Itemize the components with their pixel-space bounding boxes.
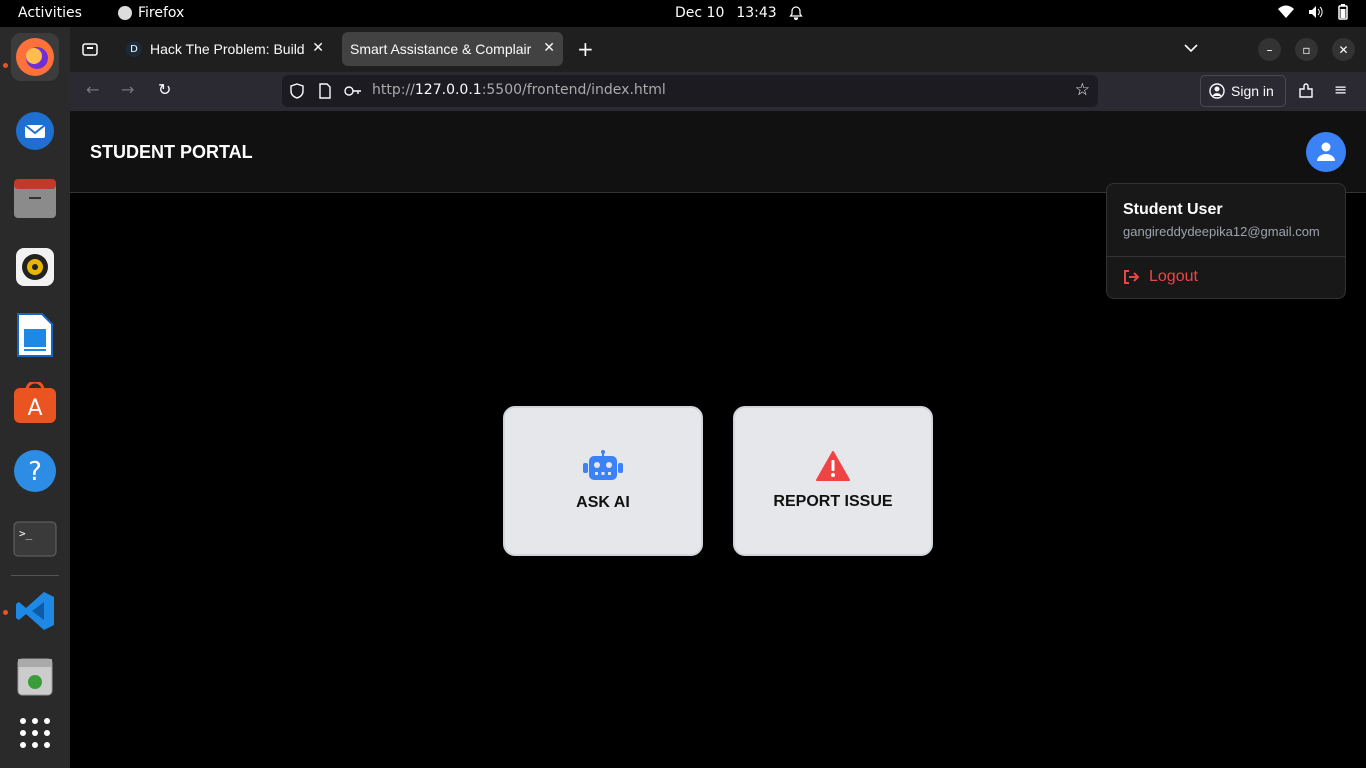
account-icon	[1209, 83, 1225, 99]
logout-label: Logout	[1149, 268, 1198, 285]
activities-button[interactable]: Activities	[18, 5, 82, 21]
dock-writer[interactable]	[11, 311, 59, 359]
logout-button[interactable]: Logout	[1123, 268, 1198, 286]
ask-ai-label: ASK AI	[576, 494, 630, 511]
page-icon[interactable]	[319, 83, 331, 99]
url-text[interactable]: http://127.0.0.1:5500/frontend/index.htm…	[372, 82, 666, 98]
dock-terminal[interactable]: >_	[11, 515, 59, 563]
user-icon	[1317, 142, 1335, 161]
close-tab-icon[interactable]: ✕	[312, 40, 324, 56]
running-indicator	[3, 610, 8, 615]
tab-smart-assistance[interactable]: Smart Assistance & Complair ✕	[342, 32, 563, 66]
app-center-icon: A	[14, 382, 56, 423]
ask-ai-card[interactable]: ASK AI	[503, 406, 703, 556]
close-window-button[interactable]: ✕	[1332, 38, 1355, 61]
system-top-bar: Activities Firefox Dec 10 13:43	[0, 0, 1366, 27]
dock-rhythmbox[interactable]	[11, 243, 59, 291]
libreoffice-writer-icon	[17, 313, 53, 357]
extensions-icon[interactable]	[1298, 83, 1314, 99]
dock: A ? >_	[0, 27, 70, 768]
clock[interactable]: Dec 10 13:43	[675, 5, 803, 21]
app-grid-icon	[20, 718, 50, 748]
dock-files[interactable]	[11, 175, 59, 223]
user-email: gangireddydeepika12@gmail.com	[1123, 224, 1320, 239]
time: 13:43	[736, 5, 777, 21]
sign-in-label: Sign in	[1231, 83, 1274, 99]
rhythmbox-icon	[16, 248, 54, 286]
dock-separator	[11, 575, 59, 576]
tab-favicon: D	[126, 41, 142, 57]
forward-icon[interactable]: →	[121, 80, 134, 99]
firefox-small-icon	[118, 6, 132, 20]
browser-window: D Hack The Problem: Build ✕ Smart Assist…	[70, 27, 1366, 768]
svg-text:>_: >_	[19, 527, 33, 540]
system-tray[interactable]	[1278, 4, 1348, 20]
dock-app-center[interactable]: A	[11, 379, 59, 427]
thunderbird-icon	[16, 112, 54, 150]
svg-text:?: ?	[28, 457, 42, 487]
help-icon: ?	[14, 450, 56, 492]
user-avatar-button[interactable]	[1306, 132, 1346, 172]
firefox-icon	[16, 38, 54, 76]
menu-icon[interactable]: ≡	[1334, 80, 1347, 99]
user-name: Student User	[1123, 201, 1223, 218]
dock-vscode[interactable]	[11, 587, 59, 635]
minimize-button[interactable]: –	[1258, 38, 1281, 61]
running-indicator	[3, 63, 8, 68]
report-issue-label: REPORT ISSUE	[773, 493, 893, 510]
vscode-icon	[16, 592, 54, 630]
dock-help[interactable]: ?	[11, 447, 59, 495]
logout-icon	[1124, 270, 1139, 284]
url-bar[interactable]: http://127.0.0.1:5500/frontend/index.htm…	[282, 75, 1098, 107]
trash-icon	[17, 658, 53, 696]
warning-icon	[816, 451, 850, 481]
report-issue-card[interactable]: REPORT ISSUE	[733, 406, 933, 556]
sign-in-button[interactable]: Sign in	[1200, 75, 1286, 107]
tab-bar: D Hack The Problem: Build ✕ Smart Assist…	[70, 27, 1366, 72]
robot-icon	[583, 450, 623, 480]
files-icon	[14, 179, 56, 218]
volume-icon	[1309, 6, 1323, 18]
tab-label: Smart Assistance & Complair	[350, 41, 532, 57]
shield-icon[interactable]	[290, 83, 304, 99]
menu-divider	[1107, 256, 1345, 257]
dock-firefox[interactable]	[11, 33, 59, 81]
page-header: STUDENT PORTAL	[70, 111, 1366, 193]
back-icon[interactable]: ←	[86, 80, 99, 99]
app-name: Firefox	[138, 5, 185, 21]
dock-trash[interactable]	[11, 653, 59, 701]
web-page: STUDENT PORTAL Student User gangireddyde…	[70, 111, 1366, 768]
tab-overview-icon[interactable]	[82, 41, 98, 57]
tab-label: Hack The Problem: Build	[150, 41, 305, 57]
list-all-tabs-icon[interactable]	[1184, 43, 1198, 53]
terminal-icon: >_	[13, 521, 57, 557]
battery-icon	[1338, 4, 1348, 20]
navigation-toolbar: ← → ↻ http://127.0.0.1:5500/frontend/ind…	[70, 72, 1366, 111]
close-tab-icon[interactable]: ✕	[543, 40, 555, 56]
date: Dec 10	[675, 5, 725, 21]
wifi-icon	[1278, 5, 1294, 18]
maximize-button[interactable]: ▫	[1295, 38, 1318, 61]
svg-text:A: A	[27, 396, 42, 421]
page-title: STUDENT PORTAL	[90, 142, 253, 162]
app-menu[interactable]: Firefox	[118, 5, 184, 21]
bookmark-star-icon[interactable]: ☆	[1075, 80, 1090, 100]
bell-icon	[789, 6, 803, 20]
key-icon[interactable]	[344, 85, 362, 97]
reload-icon[interactable]: ↻	[158, 80, 171, 99]
new-tab-button[interactable]: +	[577, 37, 594, 61]
dock-thunderbird[interactable]	[11, 107, 59, 155]
tab-hack-the-problem[interactable]: D Hack The Problem: Build ✕	[118, 32, 332, 66]
user-dropdown-menu: Student User gangireddydeepika12@gmail.c…	[1106, 183, 1346, 299]
show-apps-button[interactable]	[11, 709, 59, 757]
